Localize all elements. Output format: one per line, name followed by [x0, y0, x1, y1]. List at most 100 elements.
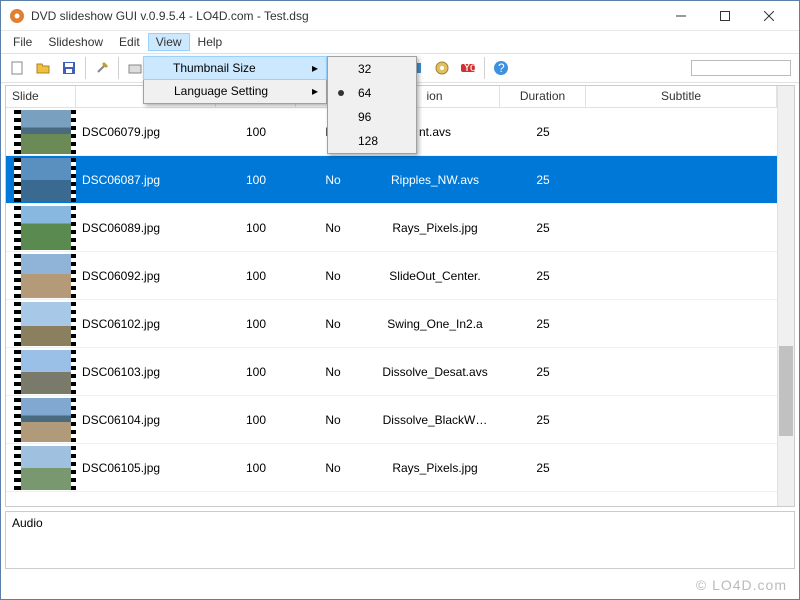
- slide-thumbnail: [14, 158, 76, 202]
- cell-frames: 100: [216, 413, 296, 427]
- cell-thumb: [6, 156, 76, 204]
- submenu-arrow-icon: ▸: [312, 84, 318, 98]
- cell-frames: 100: [216, 125, 296, 139]
- table-row[interactable]: DSC06102.jpg100NoSwing_One_In2.a25: [6, 300, 777, 348]
- table-row[interactable]: DSC06087.jpg100NoRipples_NW.avs25: [6, 156, 777, 204]
- col-duration[interactable]: Duration: [500, 86, 586, 107]
- cell-animation: No: [296, 413, 370, 427]
- slide-thumbnail: [14, 254, 76, 298]
- cell-transition: Rays_Pixels.jpg: [370, 221, 500, 235]
- cell-thumb: [6, 444, 76, 492]
- cell-animation: No: [296, 365, 370, 379]
- slide-thumbnail: [14, 350, 76, 394]
- cell-duration: 25: [500, 125, 586, 139]
- menu-item-label: 96: [358, 110, 371, 124]
- progress-bar: [691, 60, 791, 76]
- menu-slideshow[interactable]: Slideshow: [40, 33, 111, 51]
- burn-disc-button[interactable]: [430, 56, 454, 80]
- cell-duration: 25: [500, 317, 586, 331]
- open-button[interactable]: [31, 56, 55, 80]
- menu-item-label: Language Setting: [174, 84, 268, 98]
- submenu-arrow-icon: ▸: [312, 61, 318, 75]
- minimize-button[interactable]: [659, 1, 703, 31]
- slide-thumbnail: [14, 206, 76, 250]
- cell-thumb: [6, 348, 76, 396]
- menu-item-label: 128: [358, 134, 378, 148]
- save-button[interactable]: [57, 56, 81, 80]
- cell-filename: DSC06092.jpg: [76, 269, 216, 283]
- cell-filename: DSC06104.jpg: [76, 413, 216, 427]
- cell-duration: 25: [500, 221, 586, 235]
- thumb-size-96[interactable]: 96: [328, 105, 416, 129]
- cell-filename: DSC06089.jpg: [76, 221, 216, 235]
- youtube-button[interactable]: You: [456, 56, 480, 80]
- thumb-size-32[interactable]: 32: [328, 57, 416, 81]
- cell-frames: 100: [216, 365, 296, 379]
- menu-view[interactable]: View: [148, 33, 190, 51]
- cell-thumb: [6, 300, 76, 348]
- col-slide[interactable]: Slide: [6, 86, 76, 107]
- svg-text:You: You: [463, 60, 476, 74]
- maximize-button[interactable]: [703, 1, 747, 31]
- table-row[interactable]: DSC06103.jpg100NoDissolve_Desat.avs25: [6, 348, 777, 396]
- settings-button[interactable]: [90, 56, 114, 80]
- cell-thumb: [6, 252, 76, 300]
- cell-transition: Dissolve_Desat.avs: [370, 365, 500, 379]
- col-subtitle[interactable]: Subtitle: [586, 86, 777, 107]
- cell-thumb: [6, 108, 76, 156]
- cell-transition: Ripples_NW.avs: [370, 173, 500, 187]
- app-icon: [9, 8, 25, 24]
- cell-filename: DSC06102.jpg: [76, 317, 216, 331]
- cell-filename: DSC06079.jpg: [76, 125, 216, 139]
- cell-animation: No: [296, 173, 370, 187]
- table-row[interactable]: DSC06092.jpg100NoSlideOut_Center.25: [6, 252, 777, 300]
- thumbnail-size-submenu: 32 64 96 128: [327, 56, 417, 154]
- cell-animation: No: [296, 269, 370, 283]
- cell-duration: 25: [500, 173, 586, 187]
- titlebar: DVD slideshow GUI v.0.9.5.4 - LO4D.com -…: [1, 1, 799, 31]
- view-menu-dropdown: Thumbnail Size ▸ Language Setting ▸: [143, 56, 327, 104]
- cell-filename: DSC06087.jpg: [76, 173, 216, 187]
- cell-frames: 100: [216, 317, 296, 331]
- new-button[interactable]: [5, 56, 29, 80]
- menubar: File Slideshow Edit View Help: [1, 31, 799, 53]
- table-row[interactable]: DSC06089.jpg100NoRays_Pixels.jpg25: [6, 204, 777, 252]
- vertical-scrollbar[interactable]: [777, 86, 794, 506]
- cell-duration: 25: [500, 269, 586, 283]
- cell-transition: Swing_One_In2.a: [370, 317, 500, 331]
- separator: [85, 57, 86, 79]
- slide-thumbnail: [14, 302, 76, 346]
- cell-transition: Dissolve_BlackW…: [370, 413, 500, 427]
- svg-text:?: ?: [498, 61, 505, 75]
- table-row[interactable]: DSC06104.jpg100NoDissolve_BlackW…25: [6, 396, 777, 444]
- menu-help[interactable]: Help: [190, 33, 231, 51]
- thumb-size-128[interactable]: 128: [328, 129, 416, 153]
- slide-thumbnail: [14, 398, 76, 442]
- cell-animation: No: [296, 461, 370, 475]
- cell-filename: DSC06105.jpg: [76, 461, 216, 475]
- table-row[interactable]: DSC06105.jpg100NoRays_Pixels.jpg25: [6, 444, 777, 492]
- window-title: DVD slideshow GUI v.0.9.5.4 - LO4D.com -…: [31, 9, 659, 23]
- watermark: © LO4D.com: [696, 577, 787, 593]
- audio-label: Audio: [12, 516, 43, 530]
- thumb-size-64[interactable]: 64: [328, 81, 416, 105]
- cell-frames: 100: [216, 221, 296, 235]
- cell-frames: 100: [216, 173, 296, 187]
- menu-file[interactable]: File: [5, 33, 40, 51]
- menu-language-setting[interactable]: Language Setting ▸: [144, 79, 326, 103]
- scrollbar-thumb[interactable]: [779, 346, 793, 436]
- menu-item-label: 32: [358, 62, 371, 76]
- cell-duration: 25: [500, 413, 586, 427]
- cell-duration: 25: [500, 365, 586, 379]
- cell-animation: No: [296, 317, 370, 331]
- cell-transition: Rays_Pixels.jpg: [370, 461, 500, 475]
- cell-animation: No: [296, 221, 370, 235]
- close-button[interactable]: [747, 1, 791, 31]
- menu-thumbnail-size[interactable]: Thumbnail Size ▸: [143, 56, 327, 80]
- menu-edit[interactable]: Edit: [111, 33, 148, 51]
- help-button[interactable]: ?: [489, 56, 513, 80]
- cell-filename: DSC06103.jpg: [76, 365, 216, 379]
- radio-checked-icon: [338, 90, 344, 96]
- separator: [118, 57, 119, 79]
- cell-transition: SlideOut_Center.: [370, 269, 500, 283]
